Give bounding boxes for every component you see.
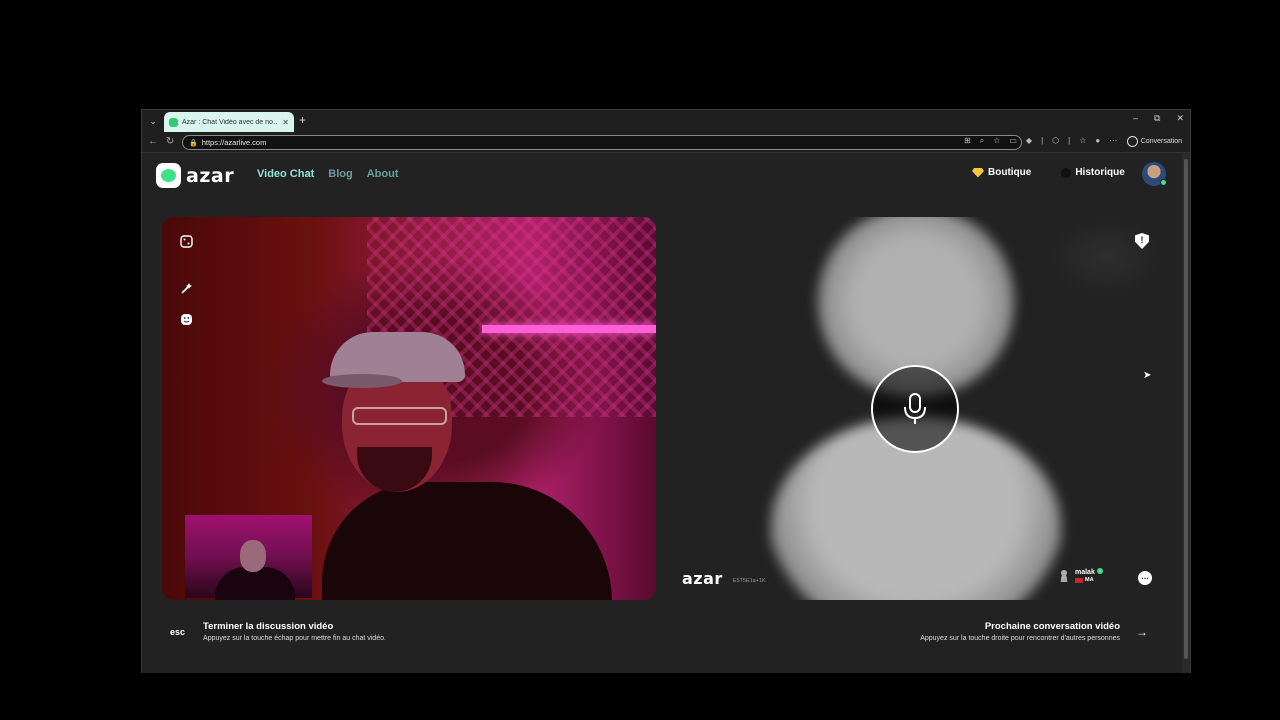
next-chat-title: Prochaine conversation vidéo	[984, 621, 1120, 632]
history-icon	[1061, 167, 1072, 178]
gem-icon	[972, 167, 984, 178]
main-nav: Video Chat Blog About	[257, 168, 398, 180]
copilot-button[interactable]: Conversation	[1126, 136, 1182, 147]
extension-icon[interactable]: ◆	[1026, 136, 1032, 146]
nav-blog[interactable]: Blog	[328, 168, 352, 180]
back-icon[interactable]: ←	[148, 136, 158, 147]
history-button[interactable]: Historique	[1061, 167, 1125, 178]
separator-icon: |	[1041, 136, 1044, 145]
next-chat-hint[interactable]: Prochaine conversation vidéo Appuyez sur…	[920, 621, 1148, 642]
microphone-icon	[871, 365, 959, 453]
address-bar-row: ← ↻ 🔒 https://azarlive.com ⊞ ⌕ ☆ ▭ ◆ | ⬡…	[142, 132, 1190, 153]
shop-label: Boutique	[988, 167, 1032, 178]
url-field[interactable]: 🔒 https://azarlive.com	[182, 135, 1022, 150]
person-cap-brim	[322, 374, 402, 388]
arrow-right-icon: →	[1136, 624, 1148, 639]
url-text: https://azarlive.com	[201, 138, 267, 147]
peer-country-row: MA	[1075, 577, 1103, 583]
preview-head	[240, 540, 266, 572]
nav-video-chat[interactable]: Video Chat	[257, 168, 314, 180]
next-chat-text: Prochaine conversation vidéo Appuyez sur…	[920, 621, 1120, 642]
remote-video: ! azar E5T5E1a+1K malak MA …	[676, 217, 1170, 600]
browser-tab[interactable]: Azar : Chat Vidéo avec de no… ✕	[164, 112, 294, 132]
account-nav: Boutique Historique	[972, 167, 1125, 178]
remote-watermark: azar E5T5E1a+1K	[682, 569, 766, 588]
profile-icon[interactable]: ●	[1095, 136, 1100, 146]
magic-wand-icon[interactable]	[178, 280, 194, 296]
scrollbar-thumb[interactable]	[1184, 159, 1188, 659]
peer-info[interactable]: malak MA	[1059, 568, 1103, 583]
flag-icon	[1075, 577, 1083, 583]
scrollbar[interactable]	[1182, 153, 1190, 673]
copilot-icon	[1126, 136, 1138, 147]
favorites-icon[interactable]: ☆	[1079, 136, 1086, 146]
esc-key: esc	[170, 626, 186, 637]
camera-icon[interactable]: ▭	[1009, 136, 1017, 146]
azar-page: azar Video Chat Blog About Boutique Hist…	[142, 153, 1182, 673]
verified-icon	[1096, 568, 1103, 574]
tab-list-icon[interactable]: ⌄	[146, 114, 160, 128]
new-tab-button[interactable]: +	[299, 113, 306, 127]
azar-logo[interactable]: azar	[156, 163, 234, 188]
window-controls: – ⧉ ✕	[1133, 113, 1184, 124]
favicon-icon	[169, 117, 178, 127]
dice-icon[interactable]	[178, 233, 194, 249]
copilot-label: Conversation	[1140, 138, 1182, 145]
end-chat-text: Terminer la discussion vidéo Appuyez sur…	[203, 621, 386, 642]
end-chat-subtitle: Appuyez sur la touche échap pour mettre …	[203, 635, 386, 642]
session-code: E5T5E1a+1K	[732, 578, 766, 584]
watermark-logo: azar	[682, 569, 723, 588]
end-chat-title: Terminer la discussion vidéo	[203, 621, 334, 632]
next-chat-subtitle: Appuyez sur la touche droite pour rencon…	[920, 635, 1120, 642]
online-indicator	[1160, 179, 1167, 186]
app-install-icon[interactable]: ⊞	[964, 136, 971, 146]
toolbar-icons: ⊞ ⌕ ☆ ▭ ◆ | ⬡ | ☆ ● ⋯	[964, 136, 1117, 146]
nav-about[interactable]: About	[367, 168, 399, 180]
chat-bubble-icon[interactable]: …	[1138, 571, 1152, 585]
separator-icon: |	[1068, 136, 1071, 145]
extensions-icon[interactable]: ⬡	[1052, 136, 1059, 146]
browser-window: ⌄ Azar : Chat Vidéo avec de no… ✕ + – ⧉ …	[141, 109, 1191, 673]
history-label: Historique	[1075, 167, 1125, 178]
tab-title: Azar : Chat Vidéo avec de no…	[182, 118, 279, 126]
tab-bar: ⌄ Azar : Chat Vidéo avec de no… ✕ + – ⧉ …	[142, 110, 1190, 132]
zoom-icon[interactable]: ⌕	[980, 136, 984, 146]
local-person	[302, 332, 632, 600]
peer-name: malak	[1075, 569, 1095, 576]
tab-close-icon[interactable]: ✕	[282, 118, 289, 127]
lock-icon: 🔒	[189, 139, 198, 147]
local-video	[162, 217, 656, 600]
logo-text: azar	[186, 164, 235, 187]
reload-icon[interactable]: ↻	[166, 136, 174, 147]
azar-logo-icon	[156, 163, 181, 188]
person-glasses	[352, 407, 447, 425]
shop-button[interactable]: Boutique	[972, 167, 1031, 178]
restore-icon[interactable]: ⧉	[1154, 113, 1160, 124]
minimize-icon[interactable]: –	[1133, 113, 1138, 124]
peer-country: MA	[1085, 577, 1094, 583]
peer-details: malak MA	[1075, 568, 1103, 583]
blur-shadow	[1046, 217, 1166, 297]
face-filter-icon[interactable]	[178, 311, 194, 327]
more-icon[interactable]: ⋯	[1109, 136, 1117, 146]
bookmark-star-icon[interactable]: ☆	[993, 136, 1000, 146]
end-chat-hint[interactable]: esc Terminer la discussion vidéo Appuyez…	[170, 621, 386, 642]
peer-name-row: malak	[1075, 568, 1103, 577]
user-avatar[interactable]	[1142, 162, 1167, 186]
self-preview	[185, 515, 312, 600]
mouse-cursor-icon: ➤	[1143, 370, 1152, 381]
close-window-icon[interactable]: ✕	[1176, 113, 1184, 124]
peer-avatar-icon	[1059, 569, 1069, 582]
person-body	[322, 482, 612, 600]
